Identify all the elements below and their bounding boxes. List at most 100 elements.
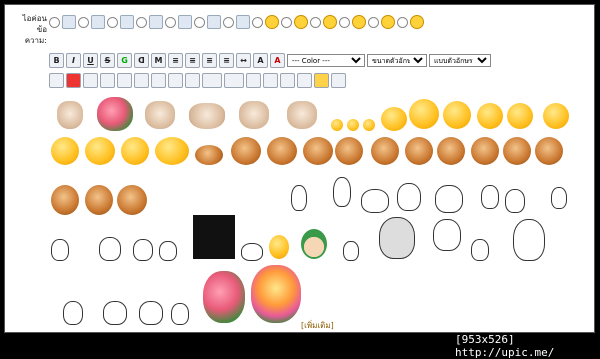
rabbit-emoticon[interactable] xyxy=(291,185,307,211)
rabbit-emoticon[interactable] xyxy=(99,237,121,261)
green-hat-face-emoticon[interactable] xyxy=(301,229,327,259)
monkey-emoticon[interactable] xyxy=(371,137,399,165)
marquee-button[interactable]: M xyxy=(151,53,166,68)
align-right-button[interactable]: ≡ xyxy=(219,53,234,68)
bold-button[interactable]: B xyxy=(49,53,64,68)
color-select[interactable]: --- Color --- xyxy=(287,54,365,67)
align-left-button[interactable]: ≡ xyxy=(185,53,200,68)
yellow-smiley-emoticon[interactable] xyxy=(51,137,79,165)
table-cell-icon[interactable] xyxy=(185,73,200,88)
icon-radio[interactable] xyxy=(339,16,350,28)
yellow-smiley-emoticon[interactable] xyxy=(381,107,407,131)
underline-button[interactable]: U xyxy=(83,53,98,68)
rabbit-emoticon[interactable] xyxy=(471,239,489,261)
yellow-smiley-emoticon[interactable] xyxy=(331,119,343,131)
k-icon[interactable] xyxy=(314,73,329,88)
yellow-smiley-emoticon[interactable] xyxy=(543,103,569,129)
cat-emoticon[interactable] xyxy=(239,101,269,129)
icon-radio[interactable] xyxy=(136,16,147,28)
more-emoticons-link[interactable]: [เพิ่มเติม] xyxy=(301,319,334,332)
flash-icon[interactable] xyxy=(49,73,64,88)
preformat-button[interactable]: ≡ xyxy=(168,53,183,68)
monkey-emoticon[interactable] xyxy=(405,137,433,165)
rabbit-emoticon[interactable] xyxy=(51,239,69,261)
icon-radio[interactable] xyxy=(107,16,118,28)
image-icon[interactable] xyxy=(100,73,115,88)
email-icon[interactable] xyxy=(134,73,149,88)
rabbit-emoticon[interactable] xyxy=(241,243,263,261)
superscript-icon[interactable] xyxy=(202,73,222,88)
italic-button[interactable]: I xyxy=(66,53,81,68)
icon-radio[interactable] xyxy=(194,16,205,28)
monkey-emoticon[interactable] xyxy=(335,137,363,165)
icon-radio[interactable] xyxy=(252,16,263,28)
spotlight-rabbit-emoticon[interactable] xyxy=(193,215,235,259)
youtube-icon[interactable] xyxy=(66,73,81,88)
rabbit-emoticon[interactable] xyxy=(139,301,163,325)
monkey-emoticon[interactable] xyxy=(85,185,113,215)
quote-icon[interactable] xyxy=(280,73,295,88)
yellow-megaphone-emoticon[interactable] xyxy=(155,137,189,165)
font-size-button[interactable]: A xyxy=(253,53,268,68)
teletype-icon[interactable] xyxy=(246,73,261,88)
monkey-emoticon[interactable] xyxy=(503,137,531,165)
font-size-select[interactable]: ขนาดตัวอักษร xyxy=(367,54,427,67)
monkey-emoticon[interactable] xyxy=(535,137,563,165)
yellow-smiley-emoticon[interactable] xyxy=(347,119,359,131)
rabbit-emoticon[interactable] xyxy=(551,187,567,209)
icon-radio[interactable] xyxy=(165,16,176,28)
rabbit-emoticon[interactable] xyxy=(513,219,545,261)
align-center-button[interactable]: ≡ xyxy=(202,53,217,68)
table-row-icon[interactable] xyxy=(168,73,183,88)
monkey-emoticon[interactable] xyxy=(303,137,333,165)
monkey-emoticon[interactable] xyxy=(471,137,499,165)
monkey-emoticon[interactable] xyxy=(437,137,465,165)
shadow-button[interactable]: ᗡ xyxy=(134,53,149,68)
icon-radio[interactable] xyxy=(310,16,321,28)
embed-icon[interactable] xyxy=(83,73,98,88)
rabbit-emoticon[interactable] xyxy=(433,219,461,251)
icon-radio[interactable] xyxy=(49,16,60,28)
font-face-select[interactable]: แบบตัวอักษร xyxy=(429,54,491,67)
tt-icon[interactable] xyxy=(331,73,346,88)
rabbit-emoticon[interactable] xyxy=(133,239,153,261)
monkey-emoticon[interactable] xyxy=(51,185,79,215)
icon-radio[interactable] xyxy=(397,16,408,28)
yellow-smiley-emoticon[interactable] xyxy=(443,101,471,129)
horizontal-rule-button[interactable]: ↔ xyxy=(236,53,251,68)
table-icon[interactable] xyxy=(151,73,166,88)
bunny-flower-emoticon[interactable] xyxy=(97,97,133,131)
subscript-icon[interactable] xyxy=(224,73,244,88)
list-icon[interactable] xyxy=(297,73,312,88)
font-color-button[interactable]: A xyxy=(270,53,285,68)
code-icon[interactable] xyxy=(263,73,278,88)
yellow-smiley-emoticon[interactable] xyxy=(85,137,115,165)
yellow-thumbsup-emoticon[interactable] xyxy=(121,137,149,165)
rabbit-emoticon[interactable] xyxy=(103,301,127,325)
rabbit-emoticon[interactable] xyxy=(159,241,177,261)
cat-emoticon[interactable] xyxy=(57,101,83,129)
yellow-smiley-emoticon[interactable] xyxy=(409,99,439,129)
flower-bouquet-image[interactable] xyxy=(203,271,245,323)
monkey-emoticon[interactable] xyxy=(117,185,147,215)
monkey-emoticon[interactable] xyxy=(267,137,297,165)
rabbit-emoticon[interactable] xyxy=(397,183,421,211)
strike-button[interactable]: S xyxy=(100,53,115,68)
flower-bouquet-image[interactable] xyxy=(251,265,301,323)
yellow-smiley-emoticon[interactable] xyxy=(363,119,375,131)
rabbit-emoticon[interactable] xyxy=(171,303,189,325)
yellow-smiley-emoticon[interactable] xyxy=(507,103,533,129)
rabbit-emoticon[interactable] xyxy=(63,301,83,325)
rabbit-emoticon[interactable] xyxy=(505,189,525,213)
yellow-smiley-emoticon[interactable] xyxy=(477,103,503,129)
glow-button[interactable]: G xyxy=(117,53,132,68)
link-icon[interactable] xyxy=(117,73,132,88)
cat-emoticon[interactable] xyxy=(189,103,225,129)
rabbit-emoticon[interactable] xyxy=(361,189,389,213)
icon-radio[interactable] xyxy=(223,16,234,28)
monkey-emoticon[interactable] xyxy=(195,145,223,165)
rabbit-emoticon[interactable] xyxy=(435,185,463,213)
icon-radio[interactable] xyxy=(368,16,379,28)
rabbit-emoticon[interactable] xyxy=(481,185,499,209)
cat-sunglasses-emoticon[interactable] xyxy=(287,101,317,129)
